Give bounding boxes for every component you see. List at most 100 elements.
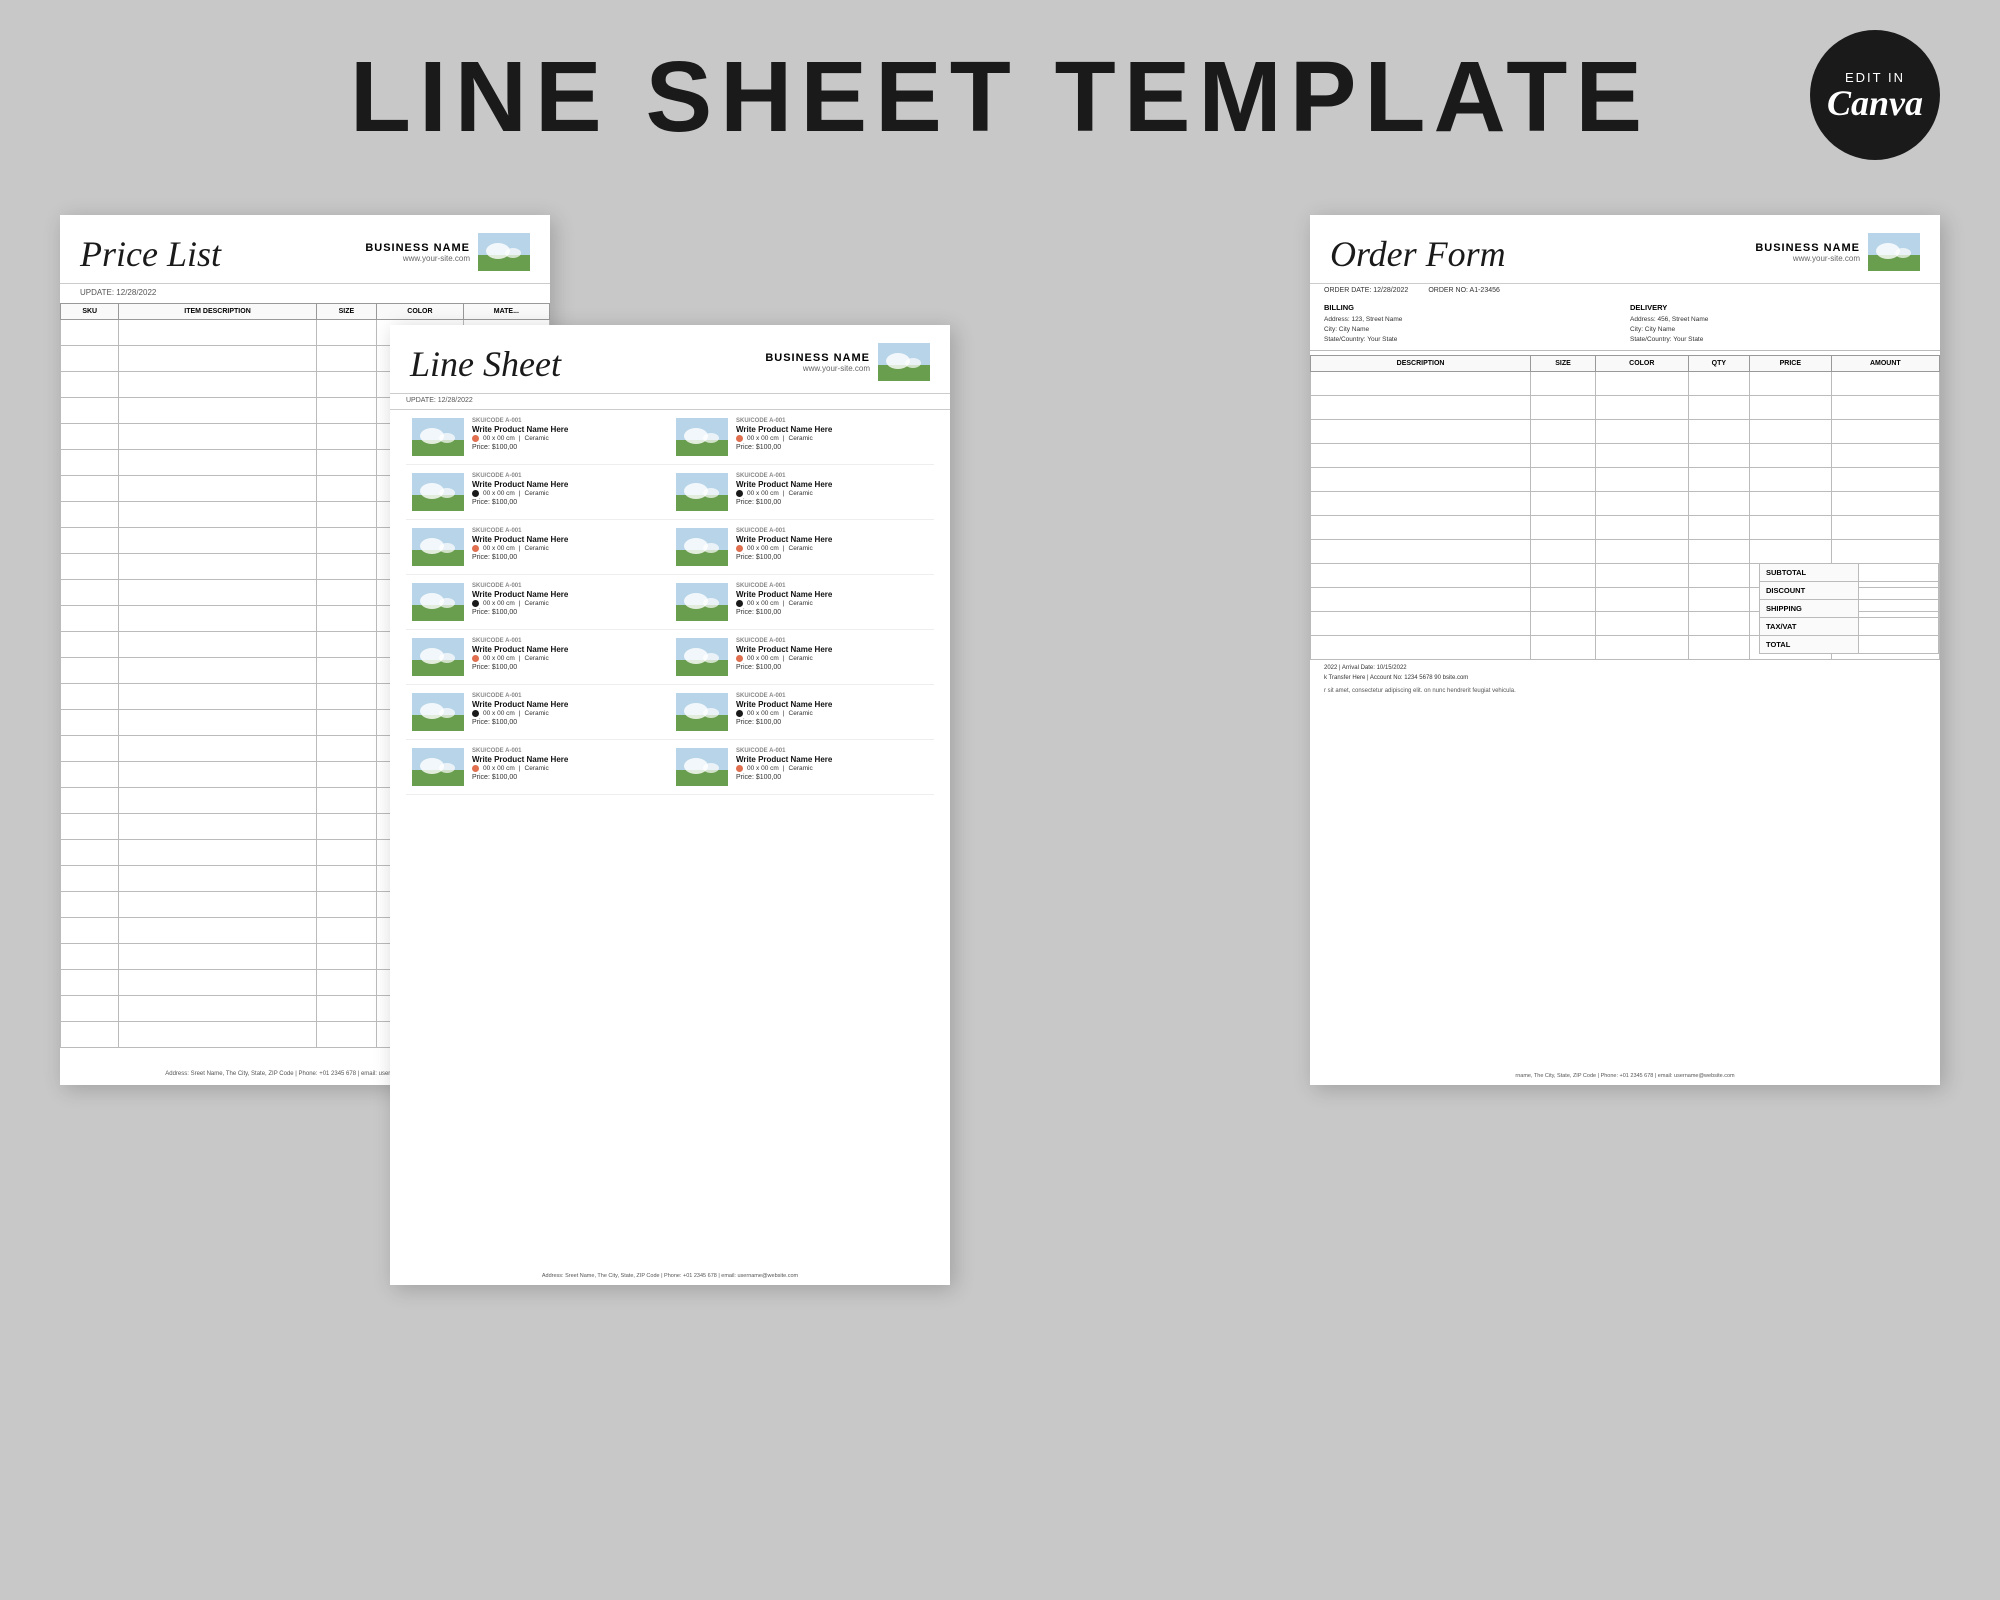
product-item: SKU/CODE A-001 Write Product Name Here 0… bbox=[406, 740, 670, 795]
product-info: SKU/CODE A-001 Write Product Name Here 0… bbox=[472, 638, 664, 671]
product-info: SKU/CODE A-001 Write Product Name Here 0… bbox=[736, 638, 928, 671]
product-material: Ceramic bbox=[789, 545, 813, 552]
product-price: Price: $100,00 bbox=[472, 609, 664, 616]
product-sku: SKU/CODE A-001 bbox=[736, 693, 928, 699]
order-form-footer: rname, The City, State, ZIP Code | Phone… bbox=[1310, 1073, 1940, 1079]
line-sheet-date: UPDATE: 12/28/2022 bbox=[390, 394, 950, 410]
delivery-address: Address: 456, Street Name bbox=[1630, 315, 1926, 325]
canva-badge: EDIT IN Canva bbox=[1810, 30, 1940, 160]
color-dot bbox=[736, 710, 743, 717]
product-sku: SKU/CODE A-001 bbox=[736, 528, 928, 534]
color-dot bbox=[736, 655, 743, 662]
product-size: 00 x 00 cm bbox=[483, 765, 515, 772]
product-size: 00 x 00 cm bbox=[483, 490, 515, 497]
shipping-row: SHIPPING bbox=[1759, 600, 1939, 618]
col-color: COLOR bbox=[377, 304, 464, 320]
payment-details: k Transfer Here | Account No: 1234 5678 … bbox=[1324, 674, 1926, 684]
table-row bbox=[1311, 516, 1940, 540]
product-material: Ceramic bbox=[789, 655, 813, 662]
product-item: SKU/CODE A-001 Write Product Name Here 0… bbox=[670, 575, 934, 630]
product-thumbnail bbox=[412, 528, 464, 566]
product-name: Write Product Name Here bbox=[736, 755, 928, 764]
order-form-thumbnail bbox=[1868, 233, 1920, 271]
col-amount: AMOUNT bbox=[1831, 356, 1939, 372]
product-item: SKU/CODE A-001 Write Product Name Here 0… bbox=[670, 630, 934, 685]
product-item: SKU/CODE A-001 Write Product Name Here 0… bbox=[406, 685, 670, 740]
product-price: Price: $100,00 bbox=[736, 609, 928, 616]
product-size: 00 x 00 cm bbox=[747, 435, 779, 442]
product-size: 00 x 00 cm bbox=[747, 490, 779, 497]
line-sheet-header: Line Sheet BUSINESS NAME www.your-site.c… bbox=[390, 325, 950, 394]
product-price: Price: $100,00 bbox=[472, 499, 664, 506]
product-name: Write Product Name Here bbox=[472, 755, 664, 764]
product-material: Ceramic bbox=[525, 435, 549, 442]
line-sheet-card: Line Sheet BUSINESS NAME www.your-site.c… bbox=[390, 325, 950, 1285]
product-item: SKU/CODE A-001 Write Product Name Here 0… bbox=[406, 575, 670, 630]
product-thumbnail bbox=[676, 583, 728, 621]
product-item: SKU/CODE A-001 Write Product Name Here 0… bbox=[406, 410, 670, 465]
order-form-business-name: BUSINESS NAME bbox=[1755, 242, 1860, 254]
product-price: Price: $100,00 bbox=[472, 554, 664, 561]
product-item: SKU/CODE A-001 Write Product Name Here 0… bbox=[406, 520, 670, 575]
product-size: 00 x 00 cm bbox=[747, 655, 779, 662]
table-row bbox=[1311, 468, 1940, 492]
col-color: COLOR bbox=[1595, 356, 1688, 372]
product-info: SKU/CODE A-001 Write Product Name Here 0… bbox=[736, 693, 928, 726]
product-price: Price: $100,00 bbox=[736, 554, 928, 561]
billing-address: Address: 123, Street Name bbox=[1324, 315, 1620, 325]
color-dot bbox=[736, 765, 743, 772]
product-info: SKU/CODE A-001 Write Product Name Here 0… bbox=[472, 418, 664, 451]
price-list-title: Price List bbox=[80, 233, 221, 275]
product-item: SKU/CODE A-001 Write Product Name Here 0… bbox=[670, 740, 934, 795]
color-dot bbox=[472, 600, 479, 607]
product-sku: SKU/CODE A-001 bbox=[472, 583, 664, 589]
color-dot bbox=[736, 435, 743, 442]
product-size: 00 x 00 cm bbox=[483, 655, 515, 662]
product-material: Ceramic bbox=[525, 765, 549, 772]
product-thumbnail bbox=[676, 638, 728, 676]
product-details: 00 x 00 cm | Ceramic bbox=[736, 655, 928, 662]
price-list-business-name: BUSINESS NAME bbox=[365, 242, 470, 254]
product-details: 00 x 00 cm | Ceramic bbox=[472, 435, 664, 442]
order-table: DESCRIPTION SIZE COLOR QTY PRICE AMOUNT bbox=[1310, 355, 1940, 660]
col-size: SIZE bbox=[316, 304, 377, 320]
product-item: SKU/CODE A-001 Write Product Name Here 0… bbox=[670, 520, 934, 575]
product-details: 00 x 00 cm | Ceramic bbox=[736, 490, 928, 497]
color-dot bbox=[736, 600, 743, 607]
product-details: 00 x 00 cm | Ceramic bbox=[736, 600, 928, 607]
order-form-meta: ORDER DATE: 12/28/2022 ORDER NO: A1-2345… bbox=[1310, 284, 1940, 297]
product-price: Price: $100,00 bbox=[736, 664, 928, 671]
product-name: Write Product Name Here bbox=[736, 480, 928, 489]
product-name: Write Product Name Here bbox=[736, 590, 928, 599]
price-list-thumbnail bbox=[478, 233, 530, 271]
product-details: 00 x 00 cm | Ceramic bbox=[736, 710, 928, 717]
table-row bbox=[1311, 492, 1940, 516]
product-material: Ceramic bbox=[525, 655, 549, 662]
product-size: 00 x 00 cm bbox=[747, 545, 779, 552]
product-name: Write Product Name Here bbox=[472, 700, 664, 709]
order-form-title: Order Form bbox=[1330, 233, 1506, 275]
product-size: 00 x 00 cm bbox=[747, 600, 779, 607]
product-price: Price: $100,00 bbox=[472, 444, 664, 451]
delivery-title: DELIVERY bbox=[1630, 303, 1926, 312]
product-material: Ceramic bbox=[789, 765, 813, 772]
product-name: Write Product Name Here bbox=[472, 645, 664, 654]
product-info: SKU/CODE A-001 Write Product Name Here 0… bbox=[736, 583, 928, 616]
line-sheet-website: www.your-site.com bbox=[765, 364, 870, 373]
order-form-business: BUSINESS NAME www.your-site.com bbox=[1755, 233, 1920, 271]
billing-section: BILLING Address: 123, Street Name City: … bbox=[1324, 303, 1620, 344]
line-sheet-footer: Address: Sreet Name, The City, State, ZI… bbox=[390, 1273, 950, 1279]
product-sku: SKU/CODE A-001 bbox=[472, 748, 664, 754]
product-sku: SKU/CODE A-001 bbox=[736, 748, 928, 754]
product-thumbnail bbox=[412, 748, 464, 786]
line-sheet-thumbnail bbox=[878, 343, 930, 381]
product-info: SKU/CODE A-001 Write Product Name Here 0… bbox=[472, 693, 664, 726]
table-row bbox=[1311, 444, 1940, 468]
color-dot bbox=[472, 710, 479, 717]
price-list-business: BUSINESS NAME www.your-site.com bbox=[365, 233, 530, 271]
delivery-state: State/Country: Your State bbox=[1630, 335, 1926, 345]
product-name: Write Product Name Here bbox=[736, 425, 928, 434]
product-item: SKU/CODE A-001 Write Product Name Here 0… bbox=[406, 465, 670, 520]
product-name: Write Product Name Here bbox=[736, 535, 928, 544]
product-details: 00 x 00 cm | Ceramic bbox=[736, 765, 928, 772]
